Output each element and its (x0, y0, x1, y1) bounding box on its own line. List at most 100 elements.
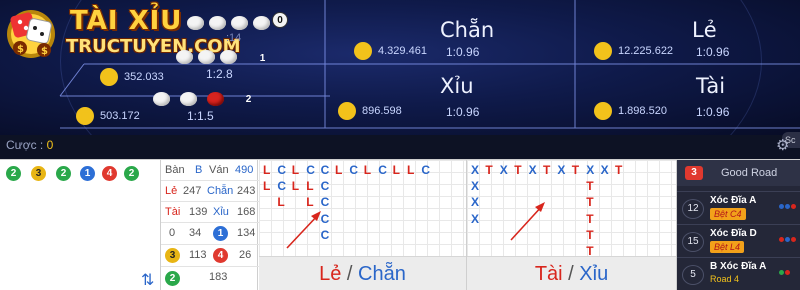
white-pebble (253, 16, 270, 30)
chip-icon (354, 42, 372, 60)
table-name: Xóc Đĩa D (710, 228, 757, 239)
stat-label: Bàn (165, 164, 185, 176)
stats-row-counts-b: 3 113 4 26 (161, 245, 259, 267)
mini-road-icon (779, 264, 799, 282)
stat-label: Tài (165, 206, 181, 218)
bet-label: Tài (696, 74, 726, 98)
stat-label: Xỉu (213, 206, 229, 218)
chip-icon (594, 102, 612, 120)
mini-road-icon (779, 231, 799, 249)
history-ball: 2 (124, 166, 139, 181)
good-road-item[interactable]: 12 Xóc Đĩa A Bệt C4 (677, 191, 800, 224)
stat-label: Lẻ (165, 185, 178, 197)
table-name: B Xóc Đĩa A (710, 261, 767, 272)
white-pebble (231, 16, 248, 30)
bet-total-value: 0 (46, 138, 54, 152)
stats-row-counts-c: 2 183 (161, 267, 259, 290)
stat-ball: 3 (165, 248, 180, 263)
bet-ratio: 1:1.5 (187, 109, 214, 123)
table-number: 5 (682, 265, 704, 285)
chip-icon (338, 102, 356, 120)
svg-text:$: $ (41, 46, 48, 57)
history-ball: 2 (6, 166, 21, 181)
betting-table: $ $ TÀI XỈU TRUCTUYEN.COM 0 :14 352.033 … (0, 0, 800, 135)
road-tag: Bệt C4 (710, 208, 746, 220)
mini-road-icon (779, 198, 799, 216)
history-ball: 1 (80, 166, 95, 181)
good-road-panel: 3 Good Road 12 Xóc Đĩa A Bệt C4 15 Xóc Đ… (677, 160, 800, 290)
bet-amount: 4.329.461 (378, 45, 427, 57)
stat-value: 0 (169, 227, 176, 239)
road-tai-xiu-label[interactable]: Tài / Xỉu (467, 256, 676, 290)
bet-ratio: 1:0.96 (446, 45, 480, 59)
good-road-count: 3 (685, 166, 703, 180)
bet-ratio: 1:2.8 (206, 67, 233, 81)
bet-amount: 1.898.520 (618, 105, 667, 117)
chip-icon (76, 107, 94, 125)
white-pebble (198, 50, 215, 64)
bet-amount: 896.598 (362, 105, 402, 117)
logo-title: TÀI XỈU (70, 6, 183, 36)
history-ball: 3 (31, 166, 46, 181)
history-ball: 2 (56, 166, 71, 181)
game-screen: $ $ TÀI XỈU TRUCTUYEN.COM 0 :14 352.033 … (0, 0, 800, 290)
road-label-sep: / (341, 263, 359, 285)
stat-value: 183 (209, 271, 228, 283)
bet-label: Chẵn (440, 18, 495, 42)
bet-label: Xỉu (440, 74, 474, 98)
trend-arrow-icon (510, 202, 545, 241)
table-number: 15 (682, 232, 704, 252)
road-le-chan: LLCCLLLCLLCCCCCLCLCLLC Lẻ / Chẵn (259, 160, 467, 290)
sort-arrows-icon[interactable]: ⇅ (141, 270, 154, 290)
stat-value: 134 (237, 227, 256, 239)
road-tag: Bệt L4 (710, 241, 745, 253)
white-pebble (220, 50, 237, 64)
road-tai-xiu: XXXXTXTXTXTXTTTTTXT Tài / Xỉu (467, 160, 677, 290)
stats-row-counts-a: 0 34 1 134 (161, 223, 259, 245)
white-pebble (209, 16, 226, 30)
stat-ball: 2 (165, 271, 180, 286)
chip-icon (594, 42, 612, 60)
stats-row-tai-xiu: Tài 139 Xỉu 168 (161, 202, 259, 223)
dice-logo-icon: $ $ (7, 10, 55, 58)
road-label-tai: Tài (534, 263, 563, 285)
good-road-title: Good Road (721, 167, 778, 179)
stat-label: Ván (209, 164, 229, 176)
stat-value: 113 (189, 249, 207, 261)
bet-total: Cược : 0 (6, 138, 53, 152)
stats-row-le-chan: Lẻ 247 Chẵn 243 (161, 181, 259, 202)
chip-icon (100, 68, 118, 86)
road-label-le: Lẻ (319, 263, 342, 285)
good-road-item[interactable]: 5 B Xóc Đĩa A Road 4 (677, 257, 800, 290)
road-label-chan: Chẵn (358, 263, 406, 285)
stat-value: 247 (183, 185, 202, 197)
trend-arrow-icon (286, 211, 321, 249)
stat-value: 34 (189, 227, 202, 239)
good-road-header: 3 Good Road (677, 160, 800, 186)
gear-icon[interactable]: ⚙ (776, 136, 789, 154)
bet-label: Lẻ (692, 18, 717, 42)
bet-amount: 503.172 (100, 110, 140, 122)
stat-ball: 4 (213, 248, 228, 263)
stat-value: 243 (237, 185, 256, 197)
bet-ratio: 1:0.96 (696, 45, 730, 59)
bet-ratio: :14 (226, 32, 242, 44)
stat-ball: 1 (213, 226, 228, 241)
result-badge-zero: 0 (272, 12, 288, 28)
road-label-xiu: Xỉu (579, 263, 609, 285)
table-number: 12 (682, 199, 704, 219)
stats-table: Bàn B Ván 490 Lẻ 247 Chẵn 243 Tài 139 Xỉ… (160, 160, 259, 290)
result-badge: 2 (245, 94, 252, 105)
road-le-chan-label[interactable]: Lẻ / Chẵn (259, 256, 466, 290)
bet-ratio: 1:0.96 (446, 105, 480, 119)
road-label-sep: / (562, 263, 580, 285)
white-pebble (180, 92, 197, 106)
table-name: Xóc Đĩa A (710, 195, 757, 206)
bet-ratio: 1:0.96 (696, 105, 730, 119)
good-road-item[interactable]: 15 Xóc Đĩa D Bệt L4 (677, 224, 800, 257)
stats-row-header: Bàn B Ván 490 (161, 160, 259, 181)
road-tag: Road 4 (710, 274, 740, 284)
white-pebble (153, 92, 170, 106)
white-pebble (176, 50, 193, 64)
stat-value: 168 (237, 206, 256, 218)
